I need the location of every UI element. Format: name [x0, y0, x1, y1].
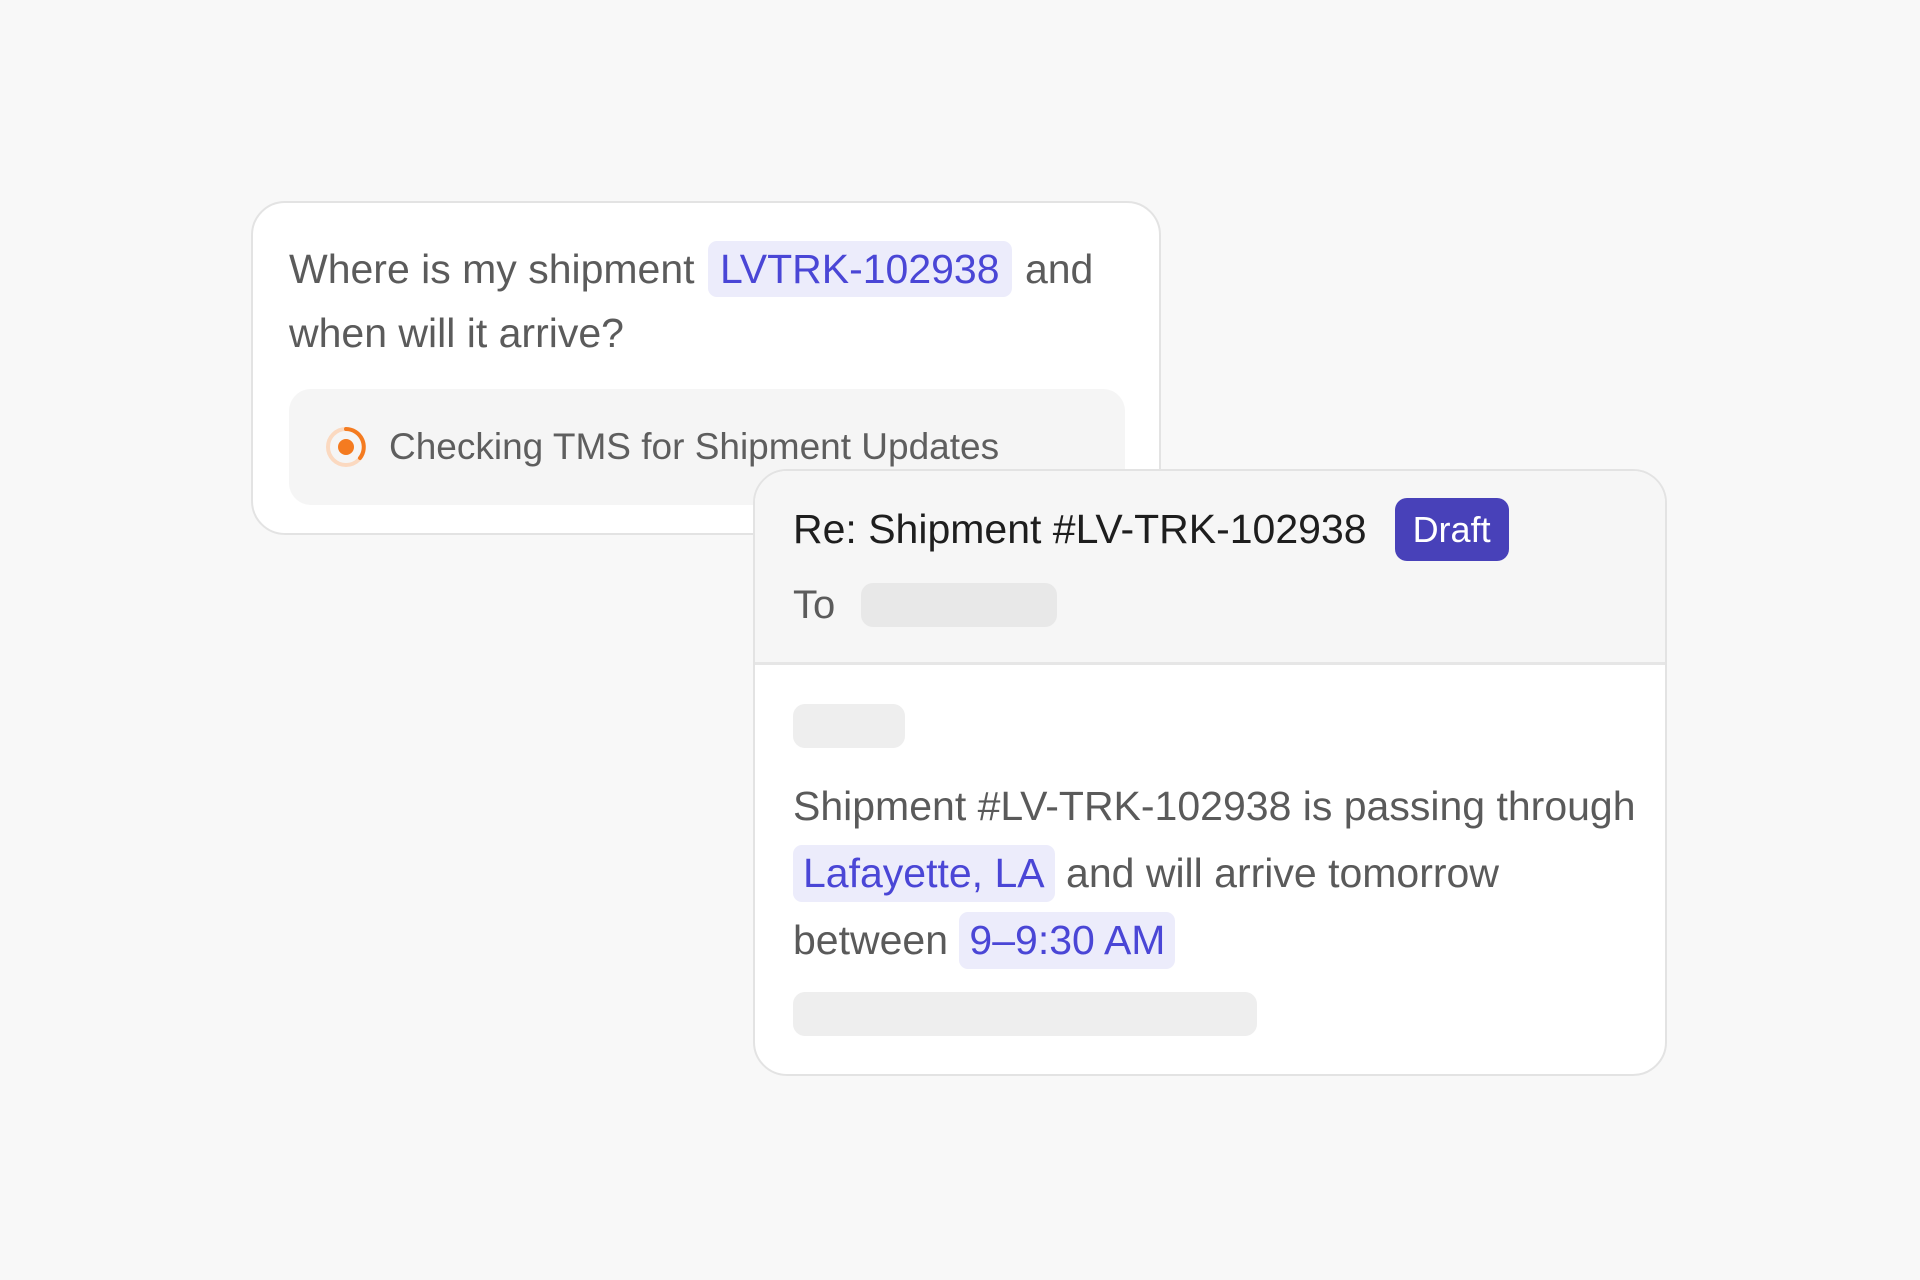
body-text-part1: Shipment #LV-TRK-102938 is passing throu… — [793, 783, 1636, 829]
location-highlight: Lafayette, LA — [793, 845, 1055, 902]
subject-row: Re: Shipment #LV-TRK-102938 Draft — [793, 497, 1509, 561]
signature-placeholder — [793, 992, 1257, 1036]
query-message: Where is my shipment LVTRK-102938 and wh… — [289, 237, 1129, 365]
time-window-highlight: 9–9:30 AM — [959, 912, 1176, 969]
greeting-placeholder — [793, 704, 905, 748]
loading-spinner-icon — [326, 427, 366, 467]
query-text-start: Where is my shipment — [289, 246, 695, 292]
draft-badge: Draft — [1394, 497, 1509, 561]
email-subject: Re: Shipment #LV-TRK-102938 — [793, 505, 1367, 552]
email-draft-card: Re: Shipment #LV-TRK-102938 Draft To Shi… — [753, 469, 1667, 1076]
recipient-row: To — [793, 573, 1058, 637]
email-body[interactable]: Shipment #LV-TRK-102938 is passing throu… — [793, 773, 1643, 974]
tracking-id-token[interactable]: LVTRK-102938 — [707, 241, 1012, 297]
to-label: To — [793, 582, 836, 627]
recipient-field[interactable] — [861, 583, 1058, 627]
email-header: Re: Shipment #LV-TRK-102938 Draft To — [755, 471, 1665, 665]
